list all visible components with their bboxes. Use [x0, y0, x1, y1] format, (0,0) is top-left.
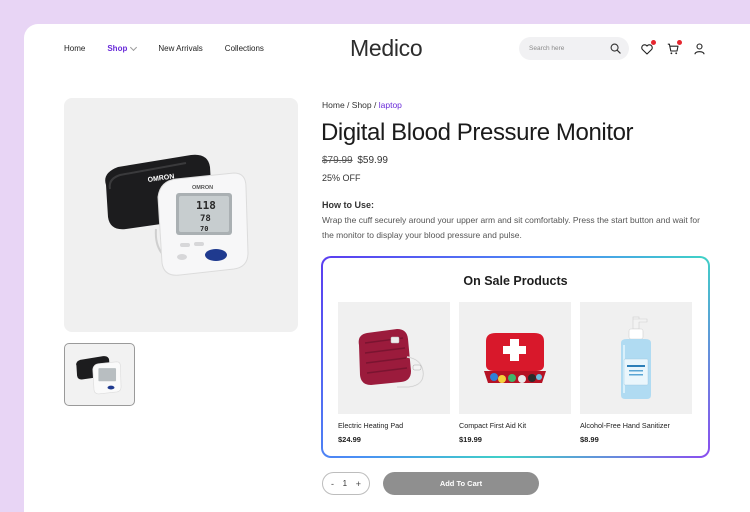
- nav-collections[interactable]: Collections: [225, 44, 264, 53]
- search-input[interactable]: [529, 45, 599, 52]
- quantity-stepper: - 1 +: [322, 472, 370, 495]
- cart-icon: [667, 43, 679, 55]
- quantity-increase-button[interactable]: +: [356, 479, 361, 489]
- product-main-image[interactable]: OMRON OMRON 118 78 70: [64, 98, 298, 332]
- first-aid-kit-image: [484, 333, 546, 383]
- nav-shop[interactable]: Shop: [107, 43, 138, 53]
- chevron-down-icon: [130, 43, 138, 51]
- svg-text:118: 118: [196, 199, 216, 212]
- hand-sanitizer-image: [621, 316, 651, 399]
- heart-icon: [641, 43, 653, 55]
- sale-product-card[interactable]: Alcohol-Free Hand Sanitizer $8.99: [580, 302, 692, 444]
- sale-product-name: Alcohol-Free Hand Sanitizer: [580, 421, 670, 430]
- how-to-text: Wrap the cuff securely around your upper…: [322, 215, 700, 240]
- on-sale-section: On Sale Products Electric Heating Pad $2…: [321, 256, 710, 458]
- breadcrumb-home[interactable]: Home: [322, 100, 345, 110]
- thumbnail-image: [75, 355, 121, 394]
- wishlist-button[interactable]: [640, 40, 656, 56]
- account-button[interactable]: [692, 42, 706, 56]
- product-title: Digital Blood Pressure Monitor: [321, 119, 634, 146]
- quantity-decrease-button[interactable]: -: [331, 479, 334, 489]
- sale-product-name: Electric Heating Pad: [338, 421, 404, 430]
- sale-product-name: Compact First Aid Kit: [459, 421, 527, 430]
- svg-text:OMRON: OMRON: [192, 185, 213, 191]
- sale-product-image: [459, 302, 571, 414]
- cart-button[interactable]: [666, 40, 682, 56]
- quantity-value: 1: [342, 479, 348, 488]
- main-nav: Home Shop New Arrivals Collections: [64, 43, 264, 53]
- user-icon: [693, 43, 705, 55]
- sale-product-price: $24.99: [338, 435, 361, 444]
- wishlist-badge: [651, 40, 656, 45]
- sale-product-price: $8.99: [580, 435, 599, 444]
- on-sale-title: On Sale Products: [463, 274, 568, 288]
- brand-logo[interactable]: Medico: [350, 35, 423, 62]
- search-bar: [519, 37, 629, 60]
- breadcrumb-current: laptop: [378, 100, 402, 110]
- sale-price: $59.99: [357, 155, 388, 166]
- product-price: $79.99 $59.99: [322, 155, 388, 166]
- blood-pressure-monitor-image: OMRON OMRON 118 78 70: [105, 154, 249, 276]
- svg-text:70: 70: [200, 225, 208, 233]
- breadcrumb-shop[interactable]: Shop: [352, 100, 372, 110]
- nav-new-arrivals[interactable]: New Arrivals: [158, 44, 202, 53]
- sale-product-image: [580, 302, 692, 414]
- old-price: $79.99: [322, 155, 353, 166]
- how-to-heading: How to Use:: [322, 200, 375, 210]
- search-icon[interactable]: [610, 43, 621, 54]
- discount-label: 25% OFF: [322, 173, 361, 183]
- sale-product-card[interactable]: Electric Heating Pad $24.99: [338, 302, 450, 444]
- sale-product-image: [338, 302, 450, 414]
- sale-product-card[interactable]: Compact First Aid Kit $19.99: [459, 302, 571, 444]
- nav-home[interactable]: Home: [64, 44, 85, 53]
- add-to-cart-button[interactable]: Add To Cart: [383, 472, 539, 495]
- sale-product-price: $19.99: [459, 435, 482, 444]
- product-thumbnail[interactable]: [64, 343, 135, 406]
- cart-badge: [677, 40, 682, 45]
- svg-text:78: 78: [200, 214, 211, 224]
- heating-pad-image: [358, 329, 424, 388]
- page-frame: Home Shop New Arrivals Collections Medic…: [24, 24, 750, 512]
- breadcrumb: Home / Shop / laptop: [322, 100, 402, 110]
